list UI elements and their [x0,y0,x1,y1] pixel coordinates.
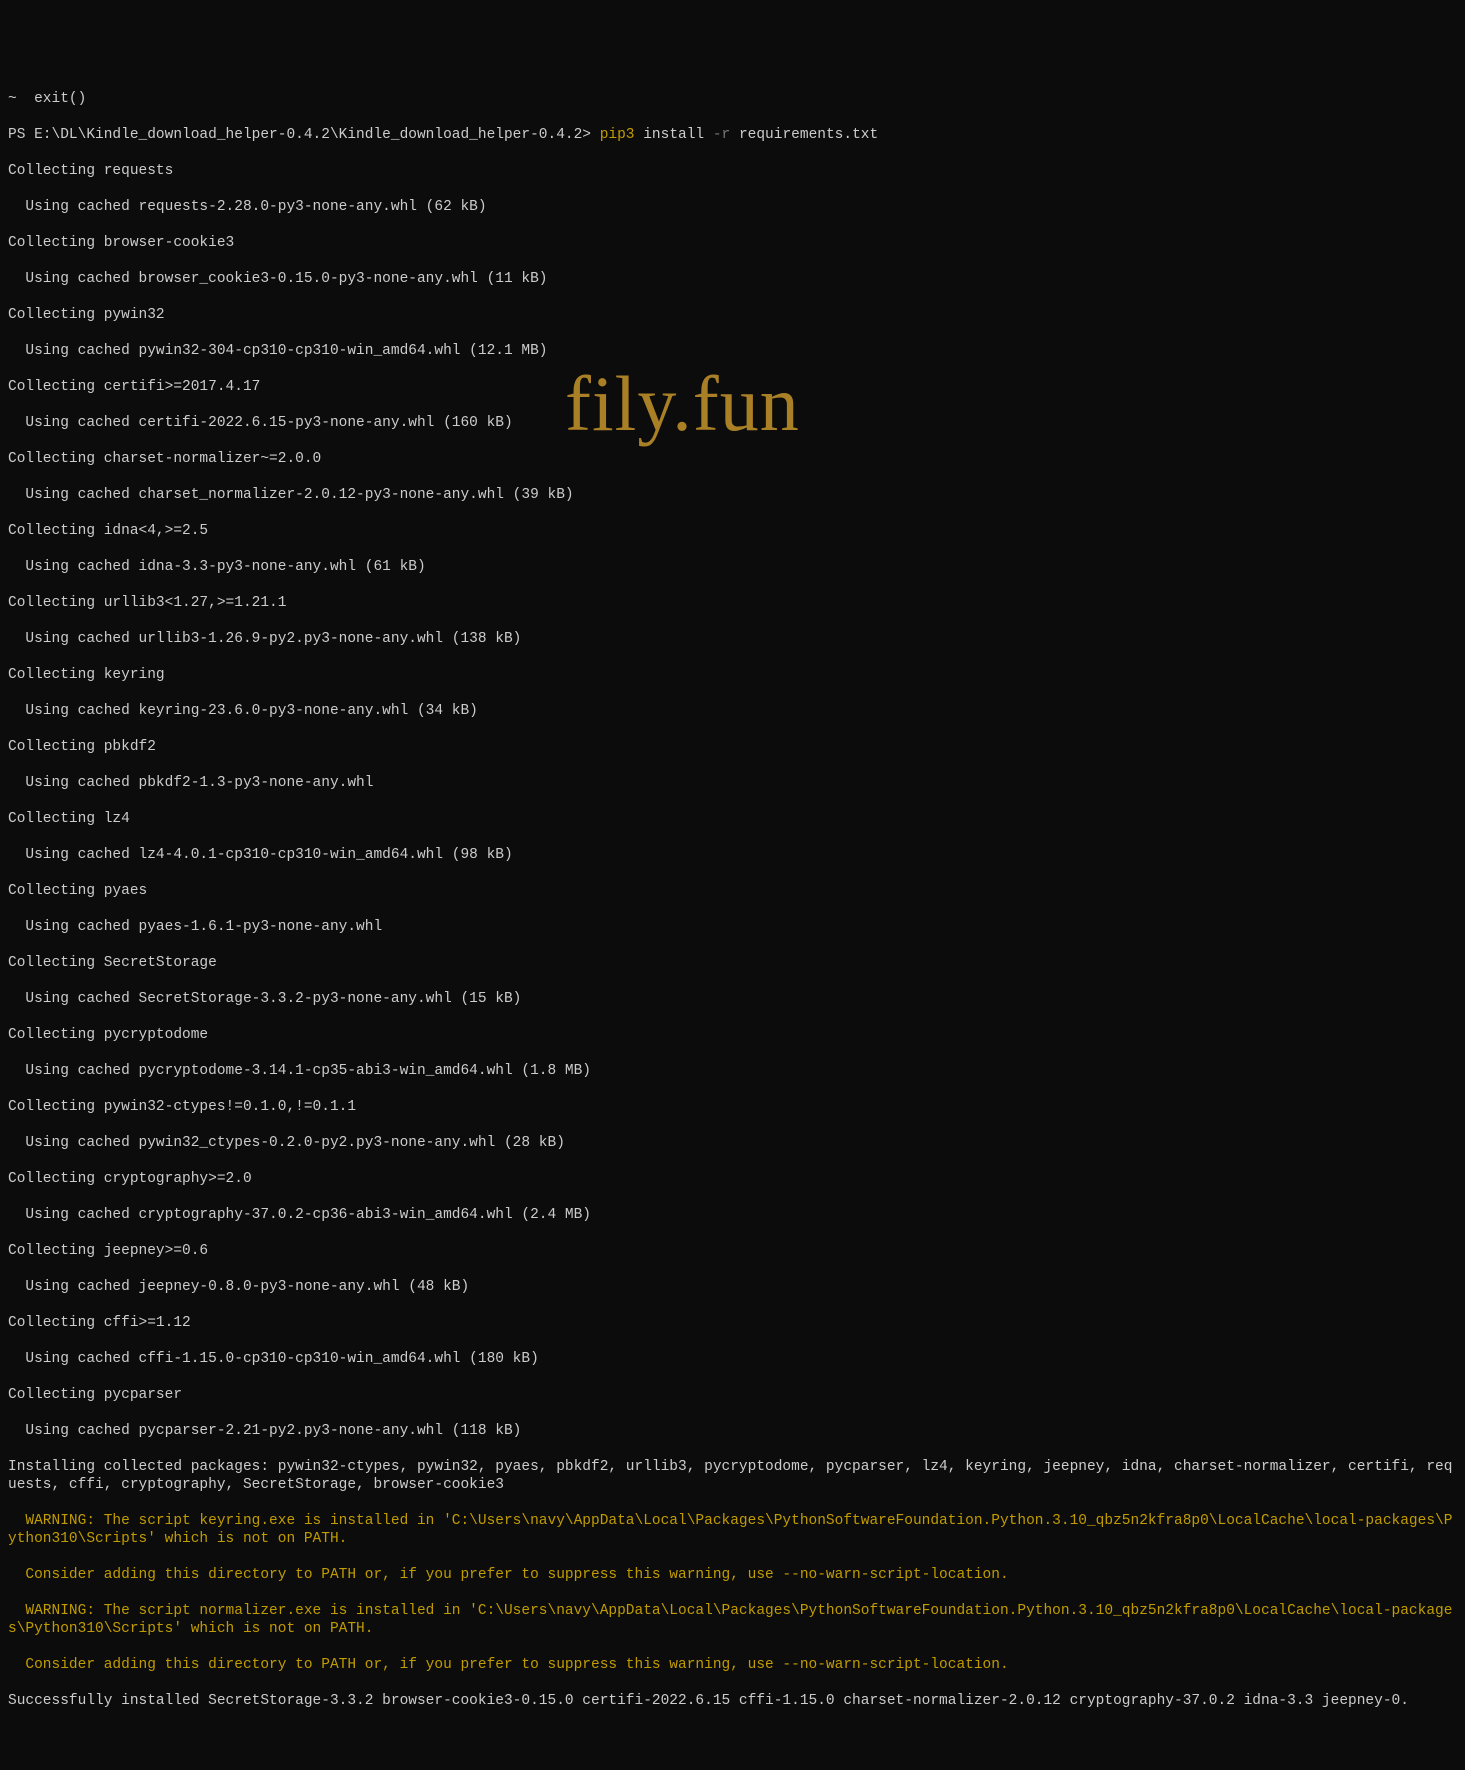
output-line: Using cached pywin32-304-cp310-cp310-win… [8,342,1457,360]
output-line: Collecting keyring [8,666,1457,684]
output-line: Using cached pywin32_ctypes-0.2.0-py2.py… [8,1134,1457,1152]
terminal-output[interactable]: ~ exit() PS E:\DL\Kindle_download_helper… [0,72,1465,1728]
output-line: Collecting idna<4,>=2.5 [8,522,1457,540]
output-line: Using cached cryptography-37.0.2-cp36-ab… [8,1206,1457,1224]
output-line: Collecting certifi>=2017.4.17 [8,378,1457,396]
output-line: ~ exit() [8,90,1457,108]
output-line: Collecting urllib3<1.27,>=1.21.1 [8,594,1457,612]
output-line: Using cached charset_normalizer-2.0.12-p… [8,486,1457,504]
output-line: Collecting pbkdf2 [8,738,1457,756]
prompt-line: PS E:\DL\Kindle_download_helper-0.4.2\Ki… [8,126,1457,144]
output-line: Collecting cryptography>=2.0 [8,1170,1457,1188]
success-line: Successfully installed SecretStorage-3.3… [8,1692,1457,1710]
output-line: Collecting pywin32-ctypes!=0.1.0,!=0.1.1 [8,1098,1457,1116]
output-line: Collecting pycryptodome [8,1026,1457,1044]
warning-line: WARNING: The script normalizer.exe is in… [8,1602,1457,1638]
output-line: Using cached pyaes-1.6.1-py3-none-any.wh… [8,918,1457,936]
output-line: Collecting charset-normalizer~=2.0.0 [8,450,1457,468]
output-line: Collecting requests [8,162,1457,180]
output-line: Using cached urllib3-1.26.9-py2.py3-none… [8,630,1457,648]
warning-line: Consider adding this directory to PATH o… [8,1656,1457,1674]
output-line: Collecting cffi>=1.12 [8,1314,1457,1332]
output-line: Using cached pycparser-2.21-py2.py3-none… [8,1422,1457,1440]
output-line: Using cached SecretStorage-3.3.2-py3-non… [8,990,1457,1008]
output-line: Collecting pywin32 [8,306,1457,324]
output-line: Using cached cffi-1.15.0-cp310-cp310-win… [8,1350,1457,1368]
warning-line: Consider adding this directory to PATH o… [8,1566,1457,1584]
output-line: Using cached jeepney-0.8.0-py3-none-any.… [8,1278,1457,1296]
command-name: pip3 [600,127,635,143]
prompt-text: PS E:\DL\Kindle_download_helper-0.4.2\Ki… [8,127,600,143]
warning-line: WARNING: The script keyring.exe is insta… [8,1512,1457,1548]
output-line: Collecting SecretStorage [8,954,1457,972]
output-line: Collecting browser-cookie3 [8,234,1457,252]
command-flag: -r [713,127,730,143]
output-line: Using cached idna-3.3-py3-none-any.whl (… [8,558,1457,576]
output-line: Using cached pbkdf2-1.3-py3-none-any.whl [8,774,1457,792]
output-line: Using cached requests-2.28.0-py3-none-an… [8,198,1457,216]
output-line: Collecting lz4 [8,810,1457,828]
output-line: Using cached keyring-23.6.0-py3-none-any… [8,702,1457,720]
output-line: Collecting pycparser [8,1386,1457,1404]
output-line: Using cached pycryptodome-3.14.1-cp35-ab… [8,1062,1457,1080]
output-line: Using cached lz4-4.0.1-cp310-cp310-win_a… [8,846,1457,864]
output-line: Using cached browser_cookie3-0.15.0-py3-… [8,270,1457,288]
output-line: Installing collected packages: pywin32-c… [8,1458,1457,1494]
command-arg: install [635,127,713,143]
command-arg: requirements.txt [730,127,878,143]
output-line: Collecting jeepney>=0.6 [8,1242,1457,1260]
output-line: Using cached certifi-2022.6.15-py3-none-… [8,414,1457,432]
